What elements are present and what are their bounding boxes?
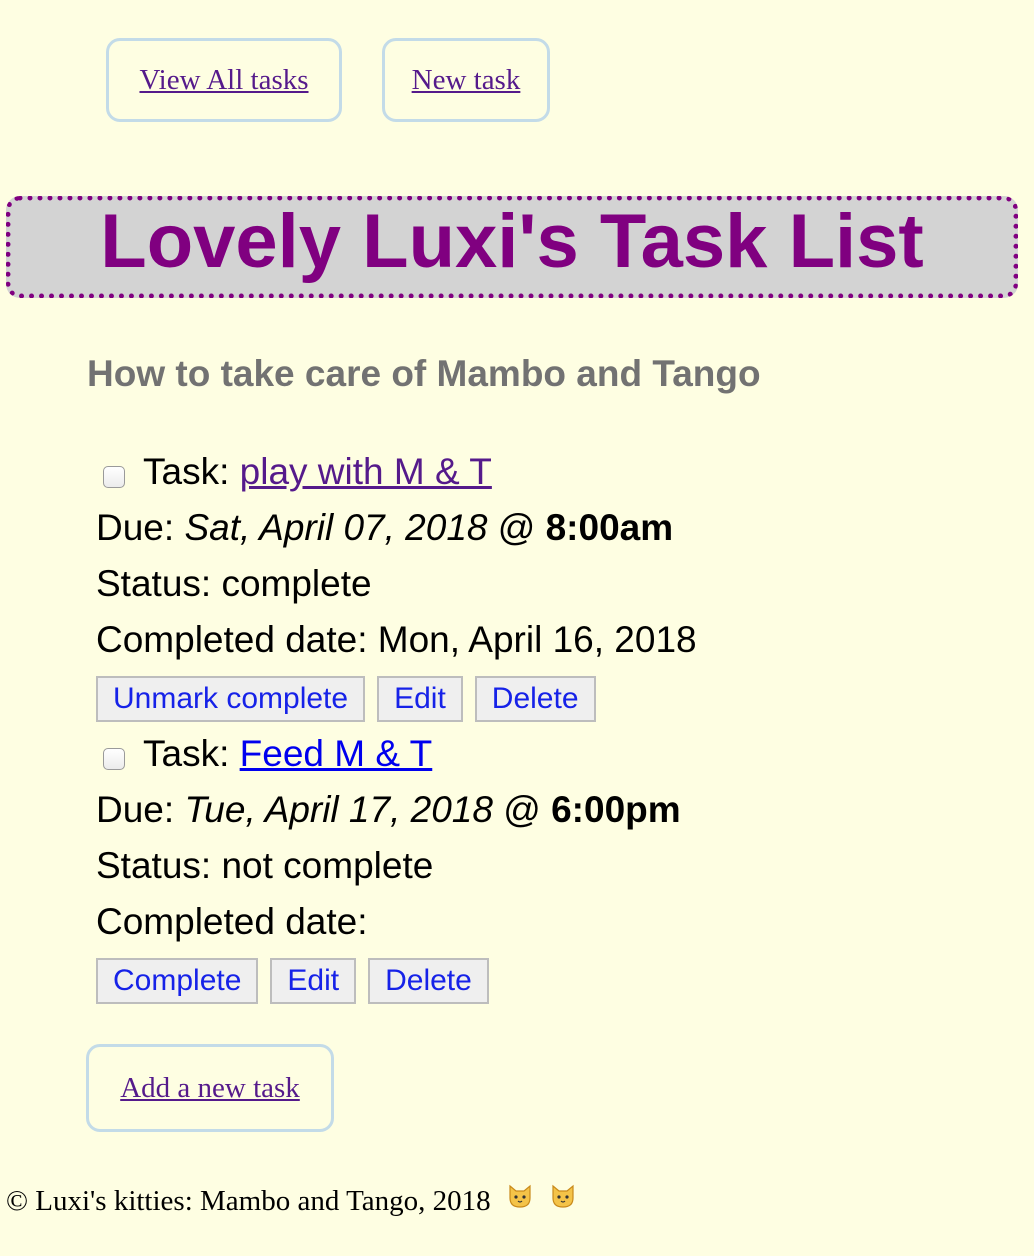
task-actions: Unmark complete Edit Delete <box>96 676 996 722</box>
due-label: Due: <box>96 789 175 830</box>
delete-button[interactable]: Delete <box>474 676 596 722</box>
title-banner: Lovely Luxi's Task List <box>6 196 1018 298</box>
task-status: Status: complete <box>96 563 372 604</box>
task-label: Task: <box>143 733 230 774</box>
due-date: Tue, April 17, 2018 <box>184 789 493 830</box>
cat-face-icon <box>549 1182 577 1218</box>
task-item: Task: play with M & T Due: Sat, April 07… <box>96 444 996 722</box>
cat-face-icon <box>506 1182 534 1218</box>
add-task-link[interactable]: Add a new task <box>120 1072 300 1105</box>
new-task-link[interactable]: New task <box>412 64 521 97</box>
list-subtitle: How to take care of Mambo and Tango <box>87 353 761 394</box>
task-checkbox[interactable] <box>103 466 125 488</box>
add-task-button[interactable]: Add a new task <box>86 1044 334 1132</box>
due-at: @ <box>497 507 536 548</box>
due-date: Sat, April 07, 2018 <box>184 507 488 548</box>
task-completed-date: Completed date: Mon, April 16, 2018 <box>96 619 697 660</box>
due-time: 6:00pm <box>551 789 681 830</box>
task-checkbox[interactable] <box>103 748 125 770</box>
task-actions: Complete Edit Delete <box>96 958 996 1004</box>
task-name-line: Task: Feed M & T <box>143 726 432 782</box>
due-time: 8:00am <box>545 507 674 548</box>
task-header: Task: Feed M & T <box>96 726 996 782</box>
new-task-button[interactable]: New task <box>382 38 550 122</box>
task-completed-date: Completed date: <box>96 901 368 942</box>
footer: © Luxi's kitties: Mambo and Tango, 2018 <box>6 1182 577 1218</box>
task-due: Due: Sat, April 07, 2018 @ 8:00am <box>96 500 996 556</box>
footer-text: © Luxi's kitties: Mambo and Tango, 2018 <box>6 1185 491 1217</box>
task-name-link[interactable]: Feed M & T <box>240 733 433 774</box>
task-header: Task: play with M & T <box>96 444 996 500</box>
task-name-line: Task: play with M & T <box>143 444 492 500</box>
due-at: @ <box>503 789 541 830</box>
view-all-tasks-link[interactable]: View All tasks <box>139 64 308 97</box>
task-item: Task: Feed M & T Due: Tue, April 17, 201… <box>96 726 996 1004</box>
edit-button[interactable]: Edit <box>270 958 357 1004</box>
delete-button[interactable]: Delete <box>368 958 489 1004</box>
due-label: Due: <box>96 507 175 548</box>
edit-button[interactable]: Edit <box>377 676 463 722</box>
unmark-complete-button[interactable]: Unmark complete <box>96 676 366 722</box>
page-title: Lovely Luxi's Task List <box>100 199 924 284</box>
task-name-link[interactable]: play with M & T <box>240 451 492 492</box>
task-status: Status: not complete <box>96 845 434 886</box>
view-all-tasks-button[interactable]: View All tasks <box>106 38 342 122</box>
task-due: Due: Tue, April 17, 2018 @ 6:00pm <box>96 782 996 838</box>
complete-button[interactable]: Complete <box>96 958 259 1004</box>
task-label: Task: <box>143 451 230 492</box>
